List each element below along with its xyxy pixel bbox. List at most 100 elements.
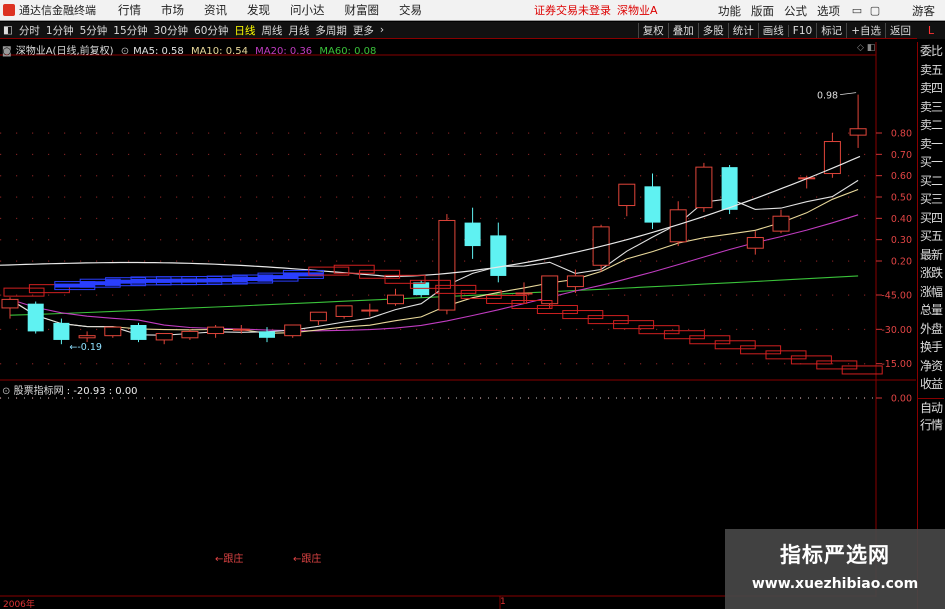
price-gridline-dot	[48, 196, 50, 198]
price-gridline-dot	[176, 196, 178, 198]
candle-3	[78, 331, 96, 343]
candle-body-up	[387, 294, 404, 305]
price-gridline-dot	[448, 153, 450, 156]
ind-gridline-dot	[432, 328, 434, 331]
price-gridline-dot	[656, 153, 658, 156]
price-gridline-dot	[192, 260, 194, 262]
candle-26	[669, 201, 687, 247]
price-gridline-dot	[112, 217, 114, 220]
price-gridline-dot	[640, 217, 642, 220]
candle-body-down	[53, 322, 70, 340]
sidebar-item-sell1[interactable]: 卖一	[918, 135, 944, 154]
sidebar-item-buy5[interactable]: 买五	[918, 227, 944, 246]
price-gridline-dot	[544, 260, 546, 262]
price-gridline-dot	[544, 217, 546, 220]
price-gridline-dot	[624, 153, 626, 156]
sidebar-item-netasset[interactable]: 净资	[918, 357, 944, 376]
sidebar-item-buy1[interactable]: 买一	[918, 153, 944, 172]
sidebar-item-change[interactable]: 涨跌	[918, 264, 944, 283]
price-gridline-dot	[128, 175, 130, 177]
price-gridline-dot	[736, 153, 738, 156]
ind-gridline-dot	[480, 328, 482, 331]
sidebar-item-buy2[interactable]: 买二	[918, 172, 944, 191]
date-label-mid: 1	[500, 597, 506, 607]
ind-gridline-dot	[304, 363, 306, 365]
price-gridline-dot	[160, 217, 162, 220]
price-gridline-dot	[0, 132, 2, 134]
candle-15	[387, 288, 404, 306]
ind-gridline-dot	[528, 294, 530, 296]
price-gridline-dot	[720, 153, 722, 156]
sidebar-item-sell3[interactable]: 卖三	[918, 98, 944, 117]
high-price-arrow	[840, 92, 857, 95]
sidebar-item-buy4[interactable]: 买四	[918, 209, 944, 228]
ind-step-box-31	[790, 355, 832, 365]
sidebar-item-auto[interactable]: 自动	[918, 397, 944, 417]
sidebar-item-buy3[interactable]: 买三	[918, 190, 944, 209]
price-gridline-dot	[672, 260, 674, 262]
price-gridline-dot	[48, 239, 50, 241]
price-gridline-dot	[224, 260, 226, 262]
sidebar-item-sell2[interactable]: 卖二	[918, 116, 944, 135]
ind-gridline-dot	[688, 328, 690, 331]
price-gridline-dot	[576, 217, 578, 220]
ind-gridline-dot	[80, 328, 82, 331]
price-gridline-dot	[304, 217, 306, 220]
price-gridline-dot	[608, 153, 610, 156]
price-gridline-dot	[464, 132, 466, 134]
price-gridline-dot	[272, 217, 274, 220]
ind-gridline-dot	[32, 294, 34, 296]
sidebar-item-volume[interactable]: 总量	[918, 301, 944, 320]
candle-body-up	[309, 311, 327, 322]
ma-settings-icon[interactable]: ⊙	[121, 46, 129, 57]
price-gridline-dot	[352, 239, 354, 241]
price-gridline-dot	[784, 260, 786, 262]
ind-gridline-dot	[560, 328, 562, 331]
ind-gridline-dot	[416, 328, 418, 331]
price-gridline-dot	[352, 196, 354, 198]
chart-settings-icon[interactable]: ◙	[2, 46, 12, 57]
price-gridline-dot	[144, 132, 146, 134]
price-gridline-dot	[32, 132, 34, 134]
price-gridline-dot	[512, 153, 514, 156]
ind-step-box-27	[689, 335, 731, 345]
price-tick-label-6: 0.80	[891, 129, 912, 140]
price-gridline-dot	[368, 196, 370, 198]
candle-2	[53, 318, 70, 345]
sidebar-item-outer[interactable]: 外盘	[918, 320, 944, 339]
sidebar-item-weibi[interactable]: 委比	[918, 42, 944, 61]
price-gridline-dot	[96, 196, 98, 198]
candle-body-down	[259, 331, 275, 338]
price-gridline-dot	[16, 260, 18, 262]
price-gridline-dot	[304, 132, 306, 134]
price-gridline-dot	[768, 132, 770, 134]
price-gridline-dot	[832, 260, 834, 262]
ind-tick-label-3: -45.00	[881, 291, 912, 302]
candle-body-up	[618, 183, 636, 207]
sidebar-item-turnover[interactable]: 换手	[918, 338, 944, 357]
sidebar-item-change-pct[interactable]: 涨幅	[918, 283, 944, 302]
price-gridline-dot	[288, 260, 290, 262]
sidebar-item-earnings[interactable]: 收益	[918, 375, 944, 394]
sidebar-item-sell4[interactable]: 卖四	[918, 79, 944, 98]
price-gridline-dot	[448, 132, 450, 134]
price-gridline-dot	[240, 260, 242, 262]
kline-chart[interactable]: 0.20 0.30 0.40 0.50 0.60 0.70 0.80 ←跟庄 ←跟庄 0.00…	[0, 0, 945, 609]
ind-gridline-dot	[784, 328, 786, 331]
price-gridline-dot	[448, 217, 450, 220]
price-gridline-dot	[272, 260, 274, 262]
candle-body-up	[695, 166, 713, 209]
price-gridline-dot	[592, 153, 594, 156]
price-gridline-dot	[128, 239, 130, 241]
indicator-settings-icon[interactable]: ⊙	[2, 386, 10, 397]
sidebar-item-sell5[interactable]: 卖五	[918, 61, 944, 80]
sidebar-item-latest[interactable]: 最新	[918, 246, 944, 265]
ind-gridline-dot	[752, 294, 754, 296]
ind-gridline-dot	[384, 363, 386, 365]
price-gridline-dot	[208, 260, 210, 262]
price-gridline-dot	[624, 132, 626, 134]
price-gridline-dot	[80, 260, 82, 262]
price-gridline-dot	[160, 239, 162, 241]
sidebar-item-hangqing[interactable]: 行情	[918, 416, 944, 435]
price-gridline-dot	[288, 239, 290, 241]
